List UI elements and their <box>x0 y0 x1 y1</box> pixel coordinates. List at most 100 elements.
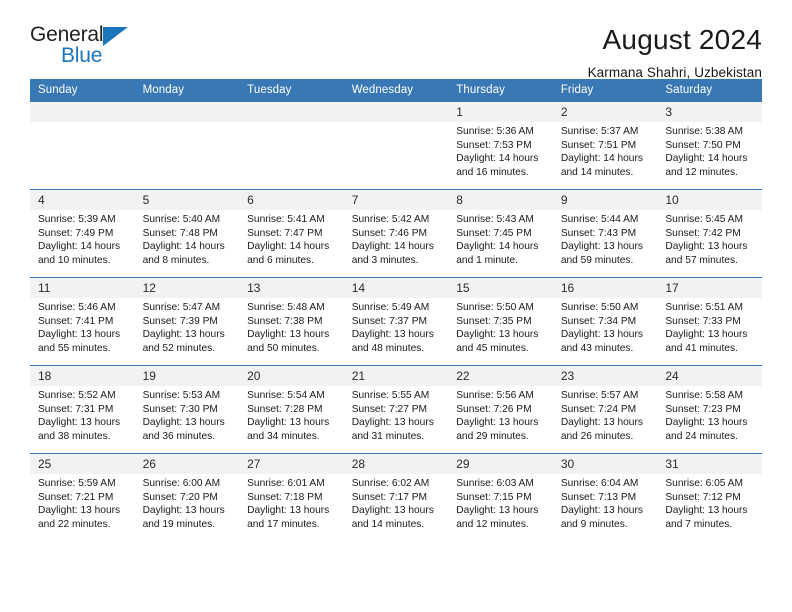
sunset-text: Sunset: 7:41 PM <box>38 315 114 327</box>
calendar-cell-day[interactable]: 27 Sunrise: 6:01 AM Sunset: 7:18 PM Dayligh… <box>239 453 344 541</box>
calendar-cell-day[interactable]: 19 Sunrise: 5:53 AM Sunset: 7:30 PM Dayligh… <box>134 365 240 454</box>
sunrise-text: Sunrise: 5:50 AM <box>560 302 639 313</box>
sunrise-text: Sunrise: 6:05 AM <box>665 478 743 489</box>
day-details: Sunrise: 5:43 AM Sunset: 7:45 PM Daylight:… <box>448 210 553 267</box>
sunrise-text: Sunrise: 6:03 AM <box>456 478 534 489</box>
day-cell: 15 Sunrise: 5:50 AM Sunset: 7:35 PM Dayligh… <box>448 278 553 365</box>
calendar-cell-day[interactable]: 18 Sunrise: 5:52 AM Sunset: 7:31 PM Dayligh… <box>30 365 135 454</box>
weekday-header-monday: Monday <box>134 79 240 102</box>
calendar-cell-day[interactable]: 4 Sunrise: 5:39 AM Sunset: 7:49 PM Daylight… <box>30 189 135 278</box>
sunrise-text: Sunrise: 5:39 AM <box>38 214 116 225</box>
sunrise-text: Sunrise: 5:43 AM <box>456 214 534 225</box>
calendar-cell-day[interactable]: 14 Sunrise: 5:49 AM Sunset: 7:37 PM Dayligh… <box>343 277 449 366</box>
calendar-cell-day[interactable]: 13 Sunrise: 5:48 AM Sunset: 7:38 PM Dayligh… <box>239 277 344 366</box>
day-number: 11 <box>30 278 135 298</box>
day-number: 25 <box>30 454 135 474</box>
sunset-text: Sunset: 7:39 PM <box>142 315 218 327</box>
calendar-week-row: 25 Sunrise: 5:59 AM Sunset: 7:21 PM Dayligh… <box>30 453 762 541</box>
calendar-cell-day[interactable]: 28 Sunrise: 6:02 AM Sunset: 7:17 PM Dayligh… <box>343 453 449 541</box>
calendar-cell-day[interactable]: 29 Sunrise: 6:03 AM Sunset: 7:15 PM Dayligh… <box>448 453 553 541</box>
calendar-cell-day[interactable]: 1 Sunrise: 5:36 AM Sunset: 7:53 PM Daylight… <box>448 102 553 190</box>
day-cell: 13 Sunrise: 5:48 AM Sunset: 7:38 PM Dayligh… <box>239 278 344 365</box>
daylight-text: Daylight: 14 hours and 3 minutes. <box>351 241 434 266</box>
day-number: 6 <box>239 190 344 210</box>
calendar-cell-day[interactable]: 6 Sunrise: 5:41 AM Sunset: 7:47 PM Daylight… <box>239 189 344 278</box>
day-number: 18 <box>30 366 135 386</box>
calendar-cell-day[interactable]: 31 Sunrise: 6:05 AM Sunset: 7:12 PM Dayligh… <box>657 453 762 541</box>
calendar-cell-day[interactable]: 8 Sunrise: 5:43 AM Sunset: 7:45 PM Daylight… <box>448 189 553 278</box>
daylight-text: Daylight: 14 hours and 12 minutes. <box>665 153 748 178</box>
sunrise-text: Sunrise: 5:49 AM <box>351 302 430 313</box>
calendar-week-row: 1 Sunrise: 5:36 AM Sunset: 7:53 PM Daylight… <box>30 102 762 190</box>
day-cell: 12 Sunrise: 5:47 AM Sunset: 7:39 PM Dayligh… <box>134 278 240 365</box>
sunset-text: Sunset: 7:17 PM <box>351 491 428 503</box>
calendar-cell-day[interactable]: 25 Sunrise: 5:59 AM Sunset: 7:21 PM Dayligh… <box>30 453 135 541</box>
calendar-cell-day[interactable]: 17 Sunrise: 5:51 AM Sunset: 7:33 PM Dayligh… <box>657 277 762 366</box>
day-number: 27 <box>239 454 344 474</box>
day-details: Sunrise: 5:48 AM Sunset: 7:38 PM Daylight:… <box>239 298 344 355</box>
calendar-cell-day[interactable]: 10 Sunrise: 5:45 AM Sunset: 7:42 PM Dayligh… <box>657 189 762 278</box>
sunrise-text: Sunrise: 5:48 AM <box>247 302 325 313</box>
sunset-text: Sunset: 7:51 PM <box>560 139 637 151</box>
daylight-text: Daylight: 13 hours and 17 minutes. <box>247 505 330 530</box>
daylight-text: Daylight: 13 hours and 57 minutes. <box>665 241 748 266</box>
sunset-text: Sunset: 7:48 PM <box>142 227 218 239</box>
general-blue-logo[interactable]: General Blue <box>30 24 150 72</box>
calendar-cell-day[interactable]: 9 Sunrise: 5:44 AM Sunset: 7:43 PM Daylight… <box>552 189 658 278</box>
day-cell: 25 Sunrise: 5:59 AM Sunset: 7:21 PM Dayligh… <box>30 454 135 541</box>
day-cell <box>343 102 449 189</box>
calendar-cell-day[interactable]: 16 Sunrise: 5:50 AM Sunset: 7:34 PM Dayligh… <box>552 277 658 366</box>
day-number: 5 <box>134 190 240 210</box>
sunrise-text: Sunrise: 5:38 AM <box>665 126 743 137</box>
title-block: August 2024 Karmana Shahri, Uzbekistan <box>588 24 762 80</box>
sunset-text: Sunset: 7:47 PM <box>247 227 323 239</box>
logo-text-general: General <box>30 23 104 46</box>
calendar-cell-day[interactable]: 21 Sunrise: 5:55 AM Sunset: 7:27 PM Dayligh… <box>343 365 449 454</box>
day-cell <box>239 102 344 189</box>
daylight-text: Daylight: 13 hours and 48 minutes. <box>351 329 434 354</box>
day-cell: 6 Sunrise: 5:41 AM Sunset: 7:47 PM Daylight… <box>239 190 344 277</box>
day-cell: 8 Sunrise: 5:43 AM Sunset: 7:45 PM Daylight… <box>448 190 553 277</box>
sunset-text: Sunset: 7:12 PM <box>665 491 741 503</box>
daylight-text: Daylight: 13 hours and 31 minutes. <box>351 417 434 442</box>
day-number: 28 <box>343 454 449 474</box>
calendar-cell-day[interactable]: 23 Sunrise: 5:57 AM Sunset: 7:24 PM Dayligh… <box>552 365 658 454</box>
sunset-text: Sunset: 7:45 PM <box>456 227 532 239</box>
sunrise-text: Sunrise: 5:54 AM <box>247 390 325 401</box>
day-number: 31 <box>657 454 762 474</box>
day-details: Sunrise: 5:50 AM Sunset: 7:35 PM Daylight:… <box>448 298 553 355</box>
calendar-cell-day[interactable]: 24 Sunrise: 5:58 AM Sunset: 7:23 PM Dayligh… <box>657 365 762 454</box>
daylight-text: Daylight: 13 hours and 14 minutes. <box>351 505 434 530</box>
sunrise-text: Sunrise: 5:37 AM <box>560 126 639 137</box>
daylight-text: Daylight: 14 hours and 14 minutes. <box>560 153 643 178</box>
calendar-cell-day[interactable]: 11 Sunrise: 5:46 AM Sunset: 7:41 PM Dayligh… <box>30 277 135 366</box>
calendar-cell-day[interactable]: 7 Sunrise: 5:42 AM Sunset: 7:46 PM Daylight… <box>343 189 449 278</box>
daylight-text: Daylight: 13 hours and 7 minutes. <box>665 505 748 530</box>
sunrise-text: Sunrise: 6:01 AM <box>247 478 325 489</box>
sunset-text: Sunset: 7:43 PM <box>560 227 637 239</box>
day-number: 2 <box>552 102 658 122</box>
sunset-text: Sunset: 7:37 PM <box>351 315 428 327</box>
day-details: Sunrise: 6:04 AM Sunset: 7:13 PM Daylight:… <box>553 474 658 531</box>
calendar-cell-day[interactable]: 15 Sunrise: 5:50 AM Sunset: 7:35 PM Dayligh… <box>448 277 553 366</box>
calendar-cell-day[interactable]: 2 Sunrise: 5:37 AM Sunset: 7:51 PM Daylight… <box>552 102 658 190</box>
calendar-cell-day[interactable]: 22 Sunrise: 5:56 AM Sunset: 7:26 PM Dayligh… <box>448 365 553 454</box>
calendar-cell-day[interactable]: 30 Sunrise: 6:04 AM Sunset: 7:13 PM Dayligh… <box>552 453 658 541</box>
day-cell: 16 Sunrise: 5:50 AM Sunset: 7:34 PM Dayligh… <box>552 278 658 365</box>
day-details: Sunrise: 5:44 AM Sunset: 7:43 PM Daylight:… <box>553 210 658 267</box>
calendar-cell-day[interactable]: 3 Sunrise: 5:38 AM Sunset: 7:50 PM Daylight… <box>657 102 762 190</box>
day-number: 10 <box>657 190 762 210</box>
daylight-text: Daylight: 13 hours and 22 minutes. <box>38 505 121 530</box>
day-details: Sunrise: 5:54 AM Sunset: 7:28 PM Daylight:… <box>239 386 344 443</box>
sunset-text: Sunset: 7:46 PM <box>351 227 428 239</box>
sunset-text: Sunset: 7:13 PM <box>560 491 637 503</box>
calendar-cell-day[interactable]: 5 Sunrise: 5:40 AM Sunset: 7:48 PM Daylight… <box>134 189 240 278</box>
day-cell: 2 Sunrise: 5:37 AM Sunset: 7:51 PM Daylight… <box>552 102 658 189</box>
calendar-cell-day[interactable]: 20 Sunrise: 5:54 AM Sunset: 7:28 PM Dayligh… <box>239 365 344 454</box>
calendar-cell-empty <box>343 102 449 190</box>
calendar-week-row: 18 Sunrise: 5:52 AM Sunset: 7:31 PM Dayligh… <box>30 365 762 454</box>
calendar-cell-day[interactable]: 26 Sunrise: 6:00 AM Sunset: 7:20 PM Dayligh… <box>134 453 240 541</box>
calendar-cell-day[interactable]: 12 Sunrise: 5:47 AM Sunset: 7:39 PM Dayligh… <box>134 277 240 366</box>
day-number: 19 <box>134 366 240 386</box>
day-number: 20 <box>239 366 344 386</box>
